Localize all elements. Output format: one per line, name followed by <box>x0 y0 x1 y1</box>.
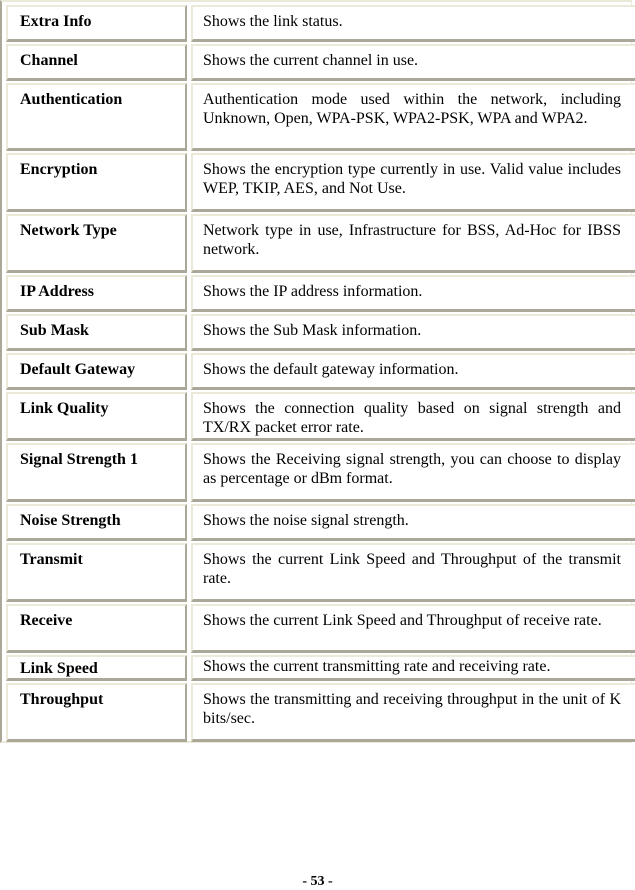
field-description: Shows the current Link Speed and Through… <box>191 543 635 602</box>
field-description: Shows the Receiving signal strength, you… <box>191 443 635 502</box>
field-description: Shows the noise signal strength. <box>191 504 635 541</box>
field-description: Shows the current Link Speed and Through… <box>191 604 635 653</box>
field-description: Shows the connection quality based on si… <box>191 392 635 441</box>
field-description: Shows the default gateway information. <box>191 353 635 390</box>
field-name: Link Speed <box>6 655 187 681</box>
table-row: Throughput Shows the transmitting and re… <box>6 683 635 742</box>
table-row: Transmit Shows the current Link Speed an… <box>6 543 635 602</box>
table-row: Extra Info Shows the link status. <box>6 5 635 42</box>
field-description: Shows the encryption type currently in u… <box>191 153 635 212</box>
field-name: Channel <box>6 44 187 81</box>
field-description-table: Extra Info Shows the link status. Channe… <box>0 0 635 743</box>
field-description: Shows the IP address information. <box>191 275 635 312</box>
field-description: Network type in use, Infrastructure for … <box>191 214 635 273</box>
table-row: Noise Strength Shows the noise signal st… <box>6 504 635 541</box>
field-description: Shows the transmitting and receiving thr… <box>191 683 635 742</box>
table-row: Receive Shows the current Link Speed and… <box>6 604 635 653</box>
field-name: Noise Strength <box>6 504 187 541</box>
table-row: Channel Shows the current channel in use… <box>6 44 635 81</box>
field-description: Shows the Sub Mask information. <box>191 314 635 351</box>
field-description: Shows the current transmitting rate and … <box>191 655 635 681</box>
field-description: Shows the current channel in use. <box>191 44 635 81</box>
table-row: Default Gateway Shows the default gatewa… <box>6 353 635 390</box>
field-name: Receive <box>6 604 187 653</box>
table-row: IP Address Shows the IP address informat… <box>6 275 635 312</box>
field-name: Authentication <box>6 83 187 151</box>
table-row: Sub Mask Shows the Sub Mask information. <box>6 314 635 351</box>
table-row: Signal Strength 1 Shows the Receiving si… <box>6 443 635 502</box>
table-row: Authentication Authentication mode used … <box>6 83 635 151</box>
table-row: Link Quality Shows the connection qualit… <box>6 392 635 441</box>
field-name: Transmit <box>6 543 187 602</box>
field-name: IP Address <box>6 275 187 312</box>
page-number: - 53 - <box>302 874 333 889</box>
field-name: Throughput <box>6 683 187 742</box>
field-name: Encryption <box>6 153 187 212</box>
table-row: Network Type Network type in use, Infras… <box>6 214 635 273</box>
field-name: Sub Mask <box>6 314 187 351</box>
field-description: Shows the link status. <box>191 5 635 42</box>
field-name: Link Quality <box>6 392 187 441</box>
field-name: Default Gateway <box>6 353 187 390</box>
table-row: Encryption Shows the encryption type cur… <box>6 153 635 212</box>
field-description: Authentication mode used within the netw… <box>191 83 635 151</box>
field-name: Signal Strength 1 <box>6 443 187 502</box>
field-name: Extra Info <box>6 5 187 42</box>
field-name: Network Type <box>6 214 187 273</box>
table-row: Link Speed Shows the current transmittin… <box>6 655 635 681</box>
